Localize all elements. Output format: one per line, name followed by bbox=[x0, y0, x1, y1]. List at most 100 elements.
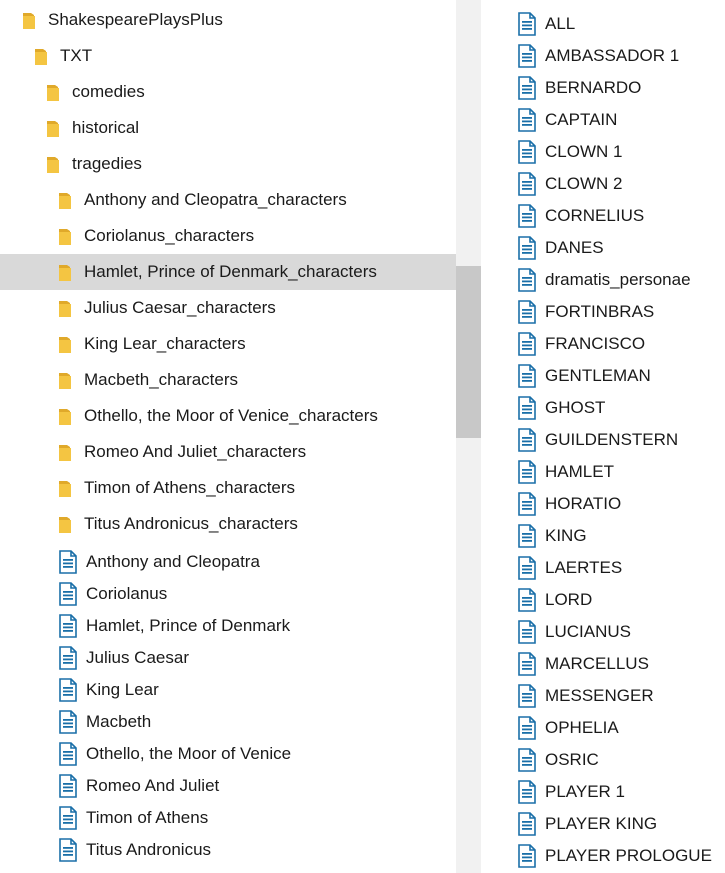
file-item[interactable]: MESSENGER bbox=[481, 680, 725, 712]
tree-item-comedies[interactable]: comedies bbox=[0, 74, 456, 110]
text-document-icon bbox=[517, 108, 537, 132]
folder-icon bbox=[58, 515, 72, 534]
file-item[interactable]: PLAYER KING bbox=[481, 808, 725, 840]
text-document-icon bbox=[58, 646, 78, 670]
text-document-icon bbox=[517, 332, 537, 356]
tree-item-character-folder[interactable]: Anthony and Cleopatra_characters bbox=[0, 182, 456, 218]
text-document-icon bbox=[58, 550, 78, 574]
text-document-icon bbox=[58, 806, 78, 830]
file-item[interactable]: HORATIO bbox=[481, 488, 725, 520]
file-item[interactable]: dramatis_personae bbox=[481, 264, 725, 296]
text-document-icon bbox=[58, 678, 78, 702]
file-item[interactable]: LUCIANUS bbox=[481, 616, 725, 648]
tree-item-character-folder[interactable]: Macbeth_characters bbox=[0, 362, 456, 398]
file-item[interactable]: BERNARDO bbox=[481, 72, 725, 104]
file-item[interactable]: LAERTES bbox=[481, 552, 725, 584]
tree-item-play-file[interactable]: Macbeth bbox=[0, 704, 456, 740]
file-item[interactable]: PLAYER 1 bbox=[481, 776, 725, 808]
file-item[interactable]: GHOST bbox=[481, 392, 725, 424]
file-item[interactable]: MARCELLUS bbox=[481, 648, 725, 680]
file-item[interactable]: CORNELIUS bbox=[481, 200, 725, 232]
file-item-label: CAPTAIN bbox=[545, 110, 618, 129]
text-document-icon bbox=[517, 12, 537, 36]
tree-item-character-folder[interactable]: Titus Andronicus_characters bbox=[0, 506, 456, 542]
text-document-icon bbox=[517, 44, 537, 68]
tree-item-label: Macbeth bbox=[86, 712, 152, 731]
folder-icon bbox=[58, 299, 72, 318]
file-item[interactable]: LORD bbox=[481, 584, 725, 616]
file-item[interactable]: PLAYER PROLOGUE bbox=[481, 840, 725, 872]
vertical-scrollbar[interactable] bbox=[456, 0, 481, 873]
tree-item-play-file[interactable]: Timon of Athens bbox=[0, 800, 456, 836]
tree-item-character-folder[interactable]: Timon of Athens_characters bbox=[0, 470, 456, 506]
file-item-label: FRANCISCO bbox=[545, 334, 646, 353]
text-document-icon bbox=[517, 364, 537, 388]
file-item[interactable]: ALL bbox=[481, 8, 725, 40]
text-document-icon bbox=[58, 710, 78, 734]
tree-item-play-file[interactable]: Romeo And Juliet bbox=[0, 768, 456, 804]
file-item[interactable]: KING bbox=[481, 520, 725, 552]
folder-icon bbox=[58, 335, 72, 354]
file-item-label: dramatis_personae bbox=[545, 270, 691, 289]
tree-item-character-folder[interactable]: King Lear_characters bbox=[0, 326, 456, 362]
tree-item-play-file[interactable]: King Lear bbox=[0, 672, 456, 708]
file-item-label: HORATIO bbox=[545, 494, 622, 513]
tree-item-txt[interactable]: TXT bbox=[0, 38, 456, 74]
file-item[interactable]: CLOWN 2 bbox=[481, 168, 725, 200]
tree-item-label: Titus Andronicus bbox=[86, 840, 212, 859]
tree-item-play-file[interactable]: Anthony and Cleopatra bbox=[0, 544, 456, 580]
tree-item-historical[interactable]: historical bbox=[0, 110, 456, 146]
file-item-label: BERNARDO bbox=[545, 78, 642, 97]
file-item-label: PLAYER KING bbox=[545, 814, 658, 833]
scrollbar-thumb[interactable] bbox=[456, 266, 481, 438]
tree-item-label: Romeo And Juliet bbox=[86, 776, 220, 795]
tree-item-character-folder[interactable]: Romeo And Juliet_characters bbox=[0, 434, 456, 470]
file-item[interactable]: AMBASSADOR 1 bbox=[481, 40, 725, 72]
file-item[interactable]: GENTLEMAN bbox=[481, 360, 725, 392]
file-item[interactable]: OSRIC bbox=[481, 744, 725, 776]
tree-item-character-folder-selected[interactable]: Hamlet, Prince of Denmark_characters bbox=[0, 254, 456, 290]
text-document-icon bbox=[517, 716, 537, 740]
tree-item-character-folder[interactable]: Julius Caesar_characters bbox=[0, 290, 456, 326]
file-item[interactable]: GUILDENSTERN bbox=[481, 424, 725, 456]
file-item[interactable]: OPHELIA bbox=[481, 712, 725, 744]
text-document-icon bbox=[517, 140, 537, 164]
tree-item-label: Coriolanus_characters bbox=[84, 226, 255, 245]
file-item[interactable]: FORTINBRAS bbox=[481, 296, 725, 328]
tree-item-tragedies[interactable]: tragedies bbox=[0, 146, 456, 182]
file-item[interactable]: FRANCISCO bbox=[481, 328, 725, 360]
text-document-icon bbox=[517, 780, 537, 804]
tree-item-character-folder[interactable]: Coriolanus_characters bbox=[0, 218, 456, 254]
file-item-label: OSRIC bbox=[545, 750, 599, 769]
file-item[interactable]: DANES bbox=[481, 232, 725, 264]
tree-item-label: Julius Caesar bbox=[86, 648, 189, 667]
file-item-label: FORTINBRAS bbox=[545, 302, 655, 321]
tree-item-label: comedies bbox=[72, 82, 145, 101]
tree-item-play-file[interactable]: Othello, the Moor of Venice bbox=[0, 736, 456, 772]
tree-item-shakespeareplaysplus[interactable]: ShakespearePlaysPlus bbox=[0, 2, 456, 38]
tree-item-label: King Lear_characters bbox=[84, 334, 246, 353]
text-document-icon bbox=[517, 300, 537, 324]
file-item[interactable]: CLOWN 1 bbox=[481, 136, 725, 168]
text-document-icon bbox=[517, 748, 537, 772]
tree-item-play-file[interactable]: Hamlet, Prince of Denmark bbox=[0, 608, 456, 644]
file-item-label: LAERTES bbox=[545, 558, 623, 577]
tree-item-play-file[interactable]: Julius Caesar bbox=[0, 640, 456, 676]
tree-item-play-file[interactable]: Titus Andronicus bbox=[0, 832, 456, 868]
tree-item-character-folder[interactable]: Othello, the Moor of Venice_characters bbox=[0, 398, 456, 434]
text-document-icon bbox=[517, 588, 537, 612]
folder-icon bbox=[58, 407, 72, 426]
file-item[interactable]: HAMLET bbox=[481, 456, 725, 488]
file-item[interactable]: CAPTAIN bbox=[481, 104, 725, 136]
text-document-icon bbox=[517, 76, 537, 100]
folder-icon bbox=[46, 155, 60, 174]
tree-item-label: Hamlet, Prince of Denmark bbox=[86, 616, 291, 635]
folder-icon bbox=[58, 263, 72, 282]
text-document-icon bbox=[517, 236, 537, 260]
text-document-icon bbox=[58, 774, 78, 798]
tree-item-label: Timon of Athens bbox=[86, 808, 209, 827]
file-item-label: MARCELLUS bbox=[545, 654, 649, 673]
tree-item-label: Anthony and Cleopatra bbox=[86, 552, 260, 571]
text-document-icon bbox=[517, 684, 537, 708]
tree-item-play-file[interactable]: Coriolanus bbox=[0, 576, 456, 612]
